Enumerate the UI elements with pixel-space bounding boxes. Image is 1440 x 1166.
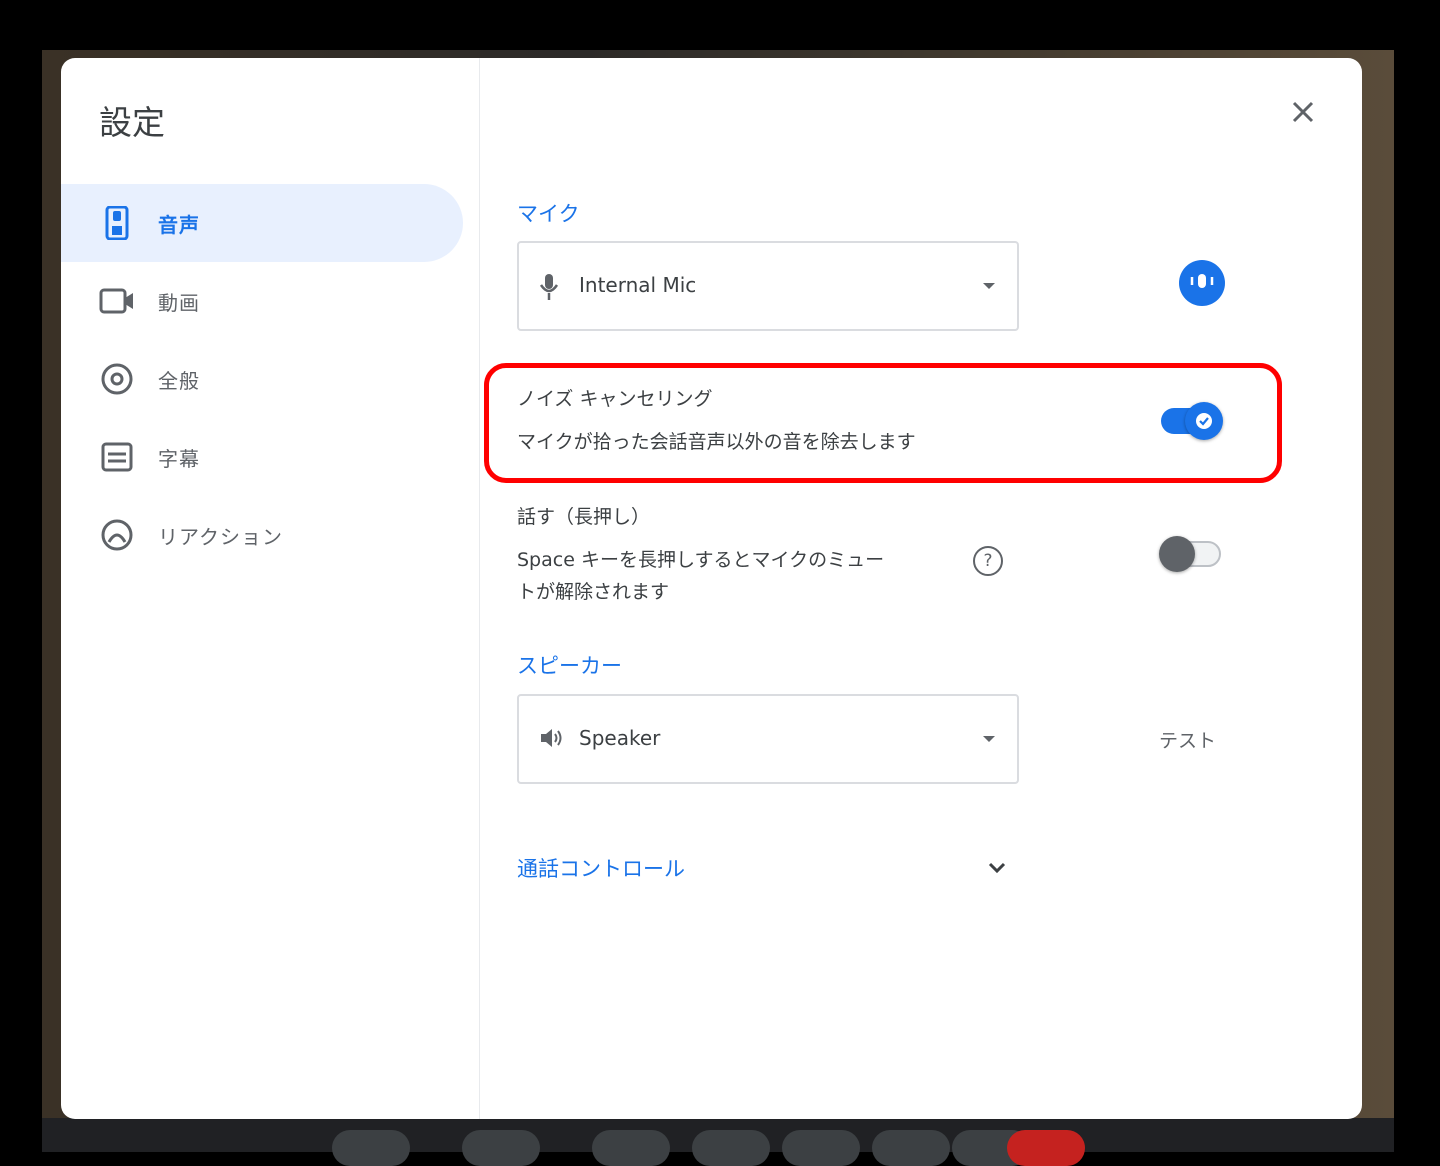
sidebar-item-audio[interactable]: 音声 <box>61 184 463 262</box>
audio-icon <box>99 205 135 241</box>
noise-cancellation-description: マイクが拾った会話音声以外の音を除去します <box>517 431 916 453</box>
sidebar-item-captions[interactable]: 字幕 <box>61 418 463 496</box>
noise-cancellation-toggle[interactable] <box>1159 402 1223 440</box>
speaker-select[interactable]: Speaker <box>517 694 1019 784</box>
sidebar-item-video[interactable]: 動画 <box>61 262 463 340</box>
mic-test-icon <box>1189 271 1215 295</box>
sidebar-item-reactions[interactable]: リアクション <box>61 496 463 574</box>
push-to-talk-description-line2: トが解除されます <box>517 581 670 603</box>
microphone-select[interactable]: Internal Mic <box>517 241 1019 331</box>
close-button[interactable] <box>1283 94 1323 134</box>
leave-call-button[interactable] <box>1007 1130 1085 1166</box>
meeting-control-button[interactable] <box>692 1130 770 1166</box>
microphone-section-label: マイク <box>517 202 580 226</box>
gear-icon <box>99 361 135 397</box>
help-icon[interactable]: ? <box>973 546 1003 576</box>
settings-dialog: 設定 音声 動画 全般 字幕 リアクション マイク Internal Mic ノ… <box>61 58 1362 1119</box>
sidebar-item-label: リアクション <box>158 524 283 549</box>
chevron-down-icon <box>983 736 995 742</box>
mic-test-button[interactable] <box>1179 260 1225 306</box>
dialog-title: 設定 <box>99 103 165 142</box>
speaker-test-button[interactable]: テスト <box>1159 726 1216 753</box>
speaker-icon <box>539 726 565 754</box>
noise-cancellation-title: ノイズ キャンセリング <box>517 388 713 410</box>
sidebar-item-label: 動画 <box>158 290 200 315</box>
meeting-control-button[interactable] <box>332 1130 410 1166</box>
meeting-control-button[interactable] <box>872 1130 950 1166</box>
speaker-section-label: スピーカー <box>517 654 622 678</box>
push-to-talk-title: 話す（長押し） <box>517 506 651 528</box>
chevron-down-icon <box>985 856 1009 880</box>
close-icon <box>1291 100 1315 128</box>
meeting-control-button[interactable] <box>782 1130 860 1166</box>
check-icon <box>1196 413 1212 429</box>
call-controls-expander[interactable]: 通話コントロール <box>517 848 1019 888</box>
reactions-icon <box>99 517 135 553</box>
sidebar-item-general[interactable]: 全般 <box>61 340 463 418</box>
meeting-control-bar <box>42 1118 1394 1166</box>
chevron-down-icon <box>983 283 995 289</box>
push-to-talk-description-line1: Space キーを長押しするとマイクのミュー <box>517 549 885 571</box>
settings-sidebar: 設定 音声 動画 全般 字幕 リアクション <box>61 58 480 1119</box>
sidebar-item-label: 全般 <box>158 368 200 393</box>
speaker-selected-value: Speaker <box>579 726 661 750</box>
meeting-control-button[interactable] <box>592 1130 670 1166</box>
call-controls-label: 通話コントロール <box>517 857 685 881</box>
push-to-talk-toggle[interactable] <box>1159 535 1223 573</box>
sidebar-item-label: 字幕 <box>158 446 200 471</box>
sidebar-item-label: 音声 <box>158 212 200 237</box>
toggle-thumb <box>1159 536 1195 572</box>
meeting-control-button[interactable] <box>462 1130 540 1166</box>
toggle-thumb <box>1185 402 1223 440</box>
video-icon <box>99 283 135 319</box>
mic-icon <box>539 273 565 301</box>
captions-icon <box>99 439 135 475</box>
microphone-selected-value: Internal Mic <box>579 273 697 297</box>
